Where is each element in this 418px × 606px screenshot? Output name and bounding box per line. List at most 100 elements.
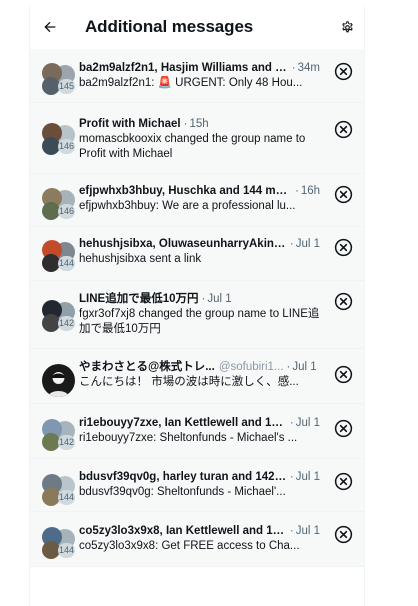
name-line: やまわさとる@株式トレ... @sofubiri1... · Jul 1	[79, 360, 320, 375]
timestamp: Jul 1	[207, 293, 232, 305]
sender-handle: @sofubiri1...	[218, 361, 284, 373]
name-line: LINE追加で最低10万円 · Jul 1	[79, 292, 320, 307]
avatar-image	[42, 364, 75, 397]
message-item[interactable]: 144 hehushjsibxa, OluwaseunharryAkin. a.…	[30, 227, 364, 281]
panel-header: Additional messages	[30, 6, 364, 49]
message-text: やまわさとる@株式トレ... @sofubiri1... · Jul 1 こんに…	[79, 360, 320, 390]
conversation-name: bdusvf39qv0g, harley turan and 142 ...	[79, 471, 287, 483]
dismiss-button[interactable]	[333, 184, 353, 204]
close-circle-icon	[334, 238, 352, 256]
dot-separator: ·	[289, 471, 294, 483]
dismiss-button[interactable]	[333, 61, 353, 81]
message-text: bdusvf39qv0g, harley turan and 142 ... ·…	[79, 470, 320, 500]
gear-icon	[341, 20, 353, 32]
message-item[interactable]: 145 ba2m9alzf2n1, Hasjim Williams and 1.…	[30, 49, 364, 103]
dismiss-button[interactable]	[333, 524, 353, 544]
settings-button[interactable]	[338, 18, 356, 36]
message-text: LINE追加で最低10万円 · Jul 1 fgxr3of7xj8 change…	[79, 292, 320, 337]
message-text: hehushjsibxa, OluwaseunharryAkin. a... ·…	[79, 237, 320, 267]
dismiss-button[interactable]	[333, 364, 353, 384]
close-circle-icon	[334, 365, 352, 383]
conversation-name: co5zy3lo3x9x8, Ian Kettlewell and 14...	[79, 525, 287, 537]
message-item[interactable]: 144 co5zy3lo3x9x8, Ian Kettlewell and 14…	[30, 512, 364, 567]
message-text: Profit with Michael · 15h momascbkooxix …	[79, 117, 320, 162]
message-item[interactable]: 144 bdusvf39qv0g, harley turan and 142 .…	[30, 459, 364, 512]
member-count-badge: 146	[58, 204, 76, 219]
name-line: ba2m9alzf2n1, Hasjim Williams and 1... ·…	[79, 61, 320, 76]
name-line: bdusvf39qv0g, harley turan and 142 ... ·…	[79, 470, 320, 485]
close-circle-icon	[334, 292, 352, 310]
conversation-name: Profit with Michael	[79, 118, 181, 130]
conversation-name: やまわさとる@株式トレ...	[79, 361, 215, 373]
back-button[interactable]	[39, 16, 61, 38]
conversation-name: efjpwhxb3hbuy, Huschka and 144 more	[79, 185, 292, 197]
message-preview: hehushjsibxa sent a link	[79, 253, 202, 265]
message-text: ri1ebouyy7zxe, Ian Kettlewell and 140 ..…	[79, 416, 320, 446]
dot-separator: ·	[291, 62, 296, 74]
close-circle-icon	[334, 525, 352, 543]
timestamp: Jul 1	[295, 525, 320, 537]
dot-separator: ·	[201, 293, 206, 305]
member-count-badge: 142	[58, 316, 76, 331]
member-count-badge: 146	[58, 139, 76, 154]
name-line: Profit with Michael · 15h	[79, 117, 320, 132]
member-count-badge: 144	[58, 490, 76, 505]
message-preview: こんにちは！ 市場の波は時に激しく、感...	[79, 376, 299, 388]
timestamp: 15h	[189, 118, 209, 130]
timestamp: Jul 1	[295, 417, 320, 429]
member-count-badge: 142	[58, 435, 76, 450]
message-preview: ba2m9alzf2n1: 🚨 URGENT: Only 48 Hou...	[79, 77, 303, 89]
dismiss-button[interactable]	[333, 471, 353, 491]
message-item[interactable]: 142 LINE追加で最低10万円 · Jul 1 fgxr3of7xj8 ch…	[30, 281, 364, 349]
close-circle-icon	[334, 185, 352, 203]
dismiss-button[interactable]	[333, 418, 353, 438]
timestamp: Jul 1	[292, 361, 317, 373]
group-avatar[interactable]: 144	[42, 527, 76, 560]
dot-separator: ·	[289, 238, 294, 250]
group-avatar[interactable]: 145	[42, 63, 76, 96]
message-preview: efjpwhxb3hbuy: We are a professional lu.…	[79, 200, 296, 212]
group-avatar[interactable]: 144	[42, 474, 76, 507]
dot-separator: ·	[289, 417, 294, 429]
group-avatar[interactable]: 146	[42, 123, 76, 156]
name-line: ri1ebouyy7zxe, Ian Kettlewell and 140 ..…	[79, 416, 320, 431]
name-line: co5zy3lo3x9x8, Ian Kettlewell and 14... …	[79, 524, 320, 539]
message-item[interactable]: 142 ri1ebouyy7zxe, Ian Kettlewell and 14…	[30, 404, 364, 459]
timestamp: Jul 1	[295, 238, 320, 250]
avatar[interactable]	[42, 364, 75, 397]
group-avatar[interactable]: 142	[42, 419, 76, 452]
message-list: 145 ba2m9alzf2n1, Hasjim Williams and 1.…	[30, 49, 364, 567]
message-item[interactable]: 146 efjpwhxb3hbuy, Huschka and 144 more …	[30, 174, 364, 227]
message-preview: momascbkooxix changed the group name to …	[79, 133, 306, 160]
group-avatar[interactable]: 146	[42, 188, 76, 221]
message-preview: ri1ebouyy7zxe: Sheltonfunds - Michael's …	[79, 432, 298, 444]
member-count-badge: 144	[58, 543, 76, 558]
message-item[interactable]: 146 Profit with Michael · 15h momascbkoo…	[30, 103, 364, 174]
messages-panel: Additional messages 145 ba2m9alzf2n1, Ha…	[29, 6, 365, 606]
name-line: hehushjsibxa, OluwaseunharryAkin. a... ·…	[79, 237, 320, 252]
dot-separator: ·	[289, 525, 294, 537]
message-preview: bdusvf39qv0g: Sheltonfunds - Michael'...	[79, 486, 286, 498]
member-count-badge: 145	[58, 79, 76, 94]
dot-separator: ·	[294, 185, 299, 197]
message-text: ba2m9alzf2n1, Hasjim Williams and 1... ·…	[79, 61, 320, 91]
timestamp: Jul 1	[295, 471, 320, 483]
message-item[interactable]: やまわさとる@株式トレ... @sofubiri1... · Jul 1 こんに…	[30, 349, 364, 404]
conversation-name: LINE追加で最低10万円	[79, 293, 199, 305]
group-avatar[interactable]: 144	[42, 240, 76, 273]
conversation-name: hehushjsibxa, OluwaseunharryAkin. a...	[79, 238, 287, 250]
close-circle-icon	[334, 120, 352, 138]
dot-separator: ·	[286, 361, 291, 373]
arrow-left-icon	[44, 21, 56, 33]
group-avatar[interactable]: 142	[42, 300, 76, 333]
dismiss-button[interactable]	[333, 119, 353, 139]
dot-separator: ·	[183, 118, 188, 130]
timestamp: 34m	[297, 62, 320, 74]
member-count-badge: 144	[58, 256, 76, 271]
dismiss-button[interactable]	[333, 291, 353, 311]
timestamp: 16h	[300, 185, 320, 197]
dismiss-button[interactable]	[333, 237, 353, 257]
message-preview: co5zy3lo3x9x8: Get FREE access to Cha...	[79, 540, 300, 552]
close-circle-icon	[334, 62, 352, 80]
conversation-name: ba2m9alzf2n1, Hasjim Williams and 1...	[79, 62, 289, 74]
